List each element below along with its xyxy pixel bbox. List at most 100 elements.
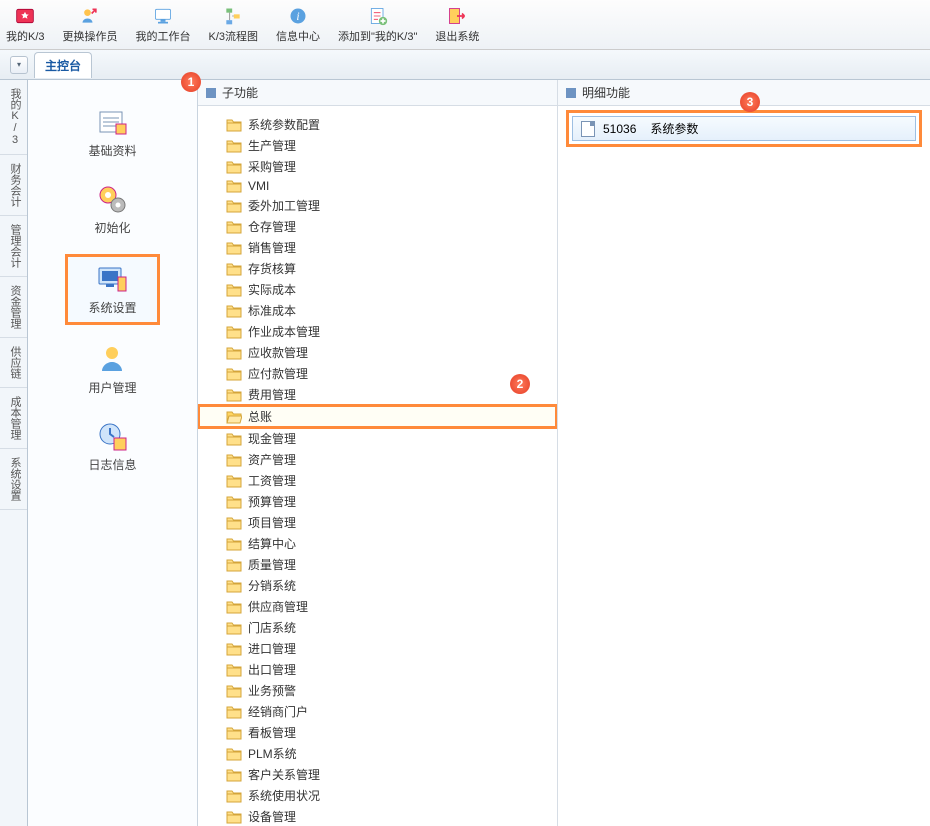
folder-label: PLM系统 (248, 745, 297, 762)
main-content: 我的K/3 财务会计 管理会计 资金管理 供应链 成本管理 系统设置 基础资料 … (0, 80, 930, 826)
folder-item[interactable]: 总账 (198, 405, 557, 428)
tabbar-dropdown[interactable]: ▾ (10, 56, 28, 74)
sidetab-treasury[interactable]: 资金管理 (0, 277, 27, 338)
folder-label: 供应商管理 (248, 598, 308, 615)
folder-label: 总账 (248, 408, 272, 425)
toolbar-label: 退出系统 (435, 28, 479, 44)
folder-item[interactable]: 费用管理 (198, 384, 557, 405)
folder-item[interactable]: 生产管理 (198, 135, 557, 156)
folder-item[interactable]: 存货核算 (198, 258, 557, 279)
folder-item[interactable]: 供应商管理 (198, 596, 557, 617)
folder-label: 作业成本管理 (248, 323, 320, 340)
folder-item[interactable]: 应收款管理 (198, 342, 557, 363)
subfunction-column: 子功能 系统参数配置生产管理采购管理VMI委外加工管理仓存管理销售管理存货核算实… (198, 80, 558, 826)
detail-row-system-params[interactable]: 51036 系统参数 (572, 116, 916, 141)
nav-basic-data[interactable]: 基础资料 (68, 100, 156, 165)
main-toolbar: 我的K/3 更换操作员 我的工作台 K/3流程图 i 信息中心 添加到"我的K/… (0, 0, 930, 50)
folder-item[interactable]: 客户关系管理 (198, 764, 557, 785)
folder-item[interactable]: 工资管理 (198, 470, 557, 491)
folder-icon (226, 663, 242, 677)
toolbar-label: K/3流程图 (209, 28, 259, 44)
sidetab-fin-acct[interactable]: 财务会计 (0, 155, 27, 216)
detail-name: 系统参数 (650, 120, 698, 137)
folder-label: 预算管理 (248, 493, 296, 510)
folder-icon (226, 241, 242, 255)
folder-label: 采购管理 (248, 158, 296, 175)
folder-label: 应收款管理 (248, 344, 308, 361)
badge-2: 2 (510, 374, 530, 394)
folder-item[interactable]: 现金管理 (198, 428, 557, 449)
nav-label: 系统设置 (88, 299, 136, 316)
folder-item[interactable]: 门店系统 (198, 617, 557, 638)
toolbar-switch-user[interactable]: 更换操作员 (63, 6, 118, 44)
folder-item[interactable]: 仓存管理 (198, 216, 557, 237)
toolbar-exit[interactable]: 退出系统 (435, 6, 479, 44)
sidetab-mgmt-acct[interactable]: 管理会计 (0, 216, 27, 277)
folder-item[interactable]: 作业成本管理 (198, 321, 557, 342)
folder-item[interactable]: 看板管理 (198, 722, 557, 743)
folder-icon (226, 558, 242, 572)
sidetab-myk3[interactable]: 我的K/3 (0, 80, 27, 155)
nav-user-mgmt[interactable]: 用户管理 (68, 337, 156, 402)
toolbar-flowchart[interactable]: K/3流程图 (209, 6, 259, 44)
folder-item[interactable]: PLM系统 (198, 743, 557, 764)
folder-item[interactable]: 资产管理 (198, 449, 557, 470)
folder-item[interactable]: 应付款管理 (198, 363, 557, 384)
folder-label: 生产管理 (248, 137, 296, 154)
flowchart-icon (223, 6, 243, 26)
folder-item[interactable]: 业务预警 (198, 680, 557, 701)
folder-item[interactable]: 出口管理 (198, 659, 557, 680)
toolbar-myk3[interactable]: 我的K/3 (6, 6, 45, 44)
folder-item[interactable]: 系统参数配置 (198, 114, 557, 135)
nav-label: 基础资料 (88, 142, 136, 159)
folder-open-icon (226, 410, 242, 424)
folder-item[interactable]: 设备管理 (198, 806, 557, 826)
sidetab-cost[interactable]: 成本管理 (0, 388, 27, 449)
folder-item[interactable]: 标准成本 (198, 300, 557, 321)
folder-label: 设备管理 (248, 808, 296, 825)
folder-icon (226, 283, 242, 297)
folder-item[interactable]: 进口管理 (198, 638, 557, 659)
left-nav: 基础资料 初始化 系统设置 1 用户管理 日志信息 (28, 80, 198, 826)
sidetab-system[interactable]: 系统设置 (0, 449, 27, 510)
folder-icon (226, 474, 242, 488)
folder-item[interactable]: 质量管理 (198, 554, 557, 575)
folder-item[interactable]: 采购管理 (198, 156, 557, 177)
toolbar-label: 添加到"我的K/3" (338, 28, 417, 44)
sidetab-supply[interactable]: 供应链 (0, 338, 27, 388)
nav-label: 初始化 (94, 219, 130, 236)
folder-item[interactable]: 销售管理 (198, 237, 557, 258)
nav-logs[interactable]: 日志信息 (68, 414, 156, 479)
folder-item[interactable]: 结算中心 (198, 533, 557, 554)
folder-list[interactable]: 系统参数配置生产管理采购管理 VMI委外加工管理仓存管理销售管理存货核算实际成本标… (198, 106, 557, 826)
toolbar-add-to-myk3[interactable]: 添加到"我的K/3" (338, 6, 417, 44)
user-icon (96, 343, 128, 375)
folder-label: 工资管理 (248, 472, 296, 489)
folder-item[interactable]: 项目管理 (198, 512, 557, 533)
folder-item[interactable]: 经销商门户 (198, 701, 557, 722)
badge-3: 3 (740, 92, 760, 112)
folder-item[interactable]: 委外加工管理 (198, 195, 557, 216)
detail-code: 51036 (603, 122, 636, 136)
nav-system-settings[interactable]: 系统设置 1 (65, 254, 159, 325)
folder-icon (226, 621, 242, 635)
folder-icon (226, 789, 242, 803)
folder-label: 门店系统 (248, 619, 296, 636)
folder-icon (226, 453, 242, 467)
folder-item[interactable]: 预算管理 (198, 491, 557, 512)
folder-icon (226, 747, 242, 761)
folder-icon (226, 705, 242, 719)
toolbar-workbench[interactable]: 我的工作台 (136, 6, 191, 44)
folder-item[interactable]: 实际成本 (198, 279, 557, 300)
folder-item[interactable]: 系统使用状况 (198, 785, 557, 806)
star-icon (15, 6, 35, 26)
folder-item[interactable]: 分销系统 (198, 575, 557, 596)
toolbar-info-center[interactable]: i 信息中心 (276, 6, 320, 44)
nav-init[interactable]: 初始化 (74, 177, 150, 242)
gear-icon (96, 183, 128, 215)
folder-label: 现金管理 (248, 430, 296, 447)
folder-item[interactable]: VMI (198, 177, 557, 195)
badge-1: 1 (181, 72, 201, 92)
tab-main-console[interactable]: 主控台 (34, 52, 92, 78)
folder-icon (226, 600, 242, 614)
